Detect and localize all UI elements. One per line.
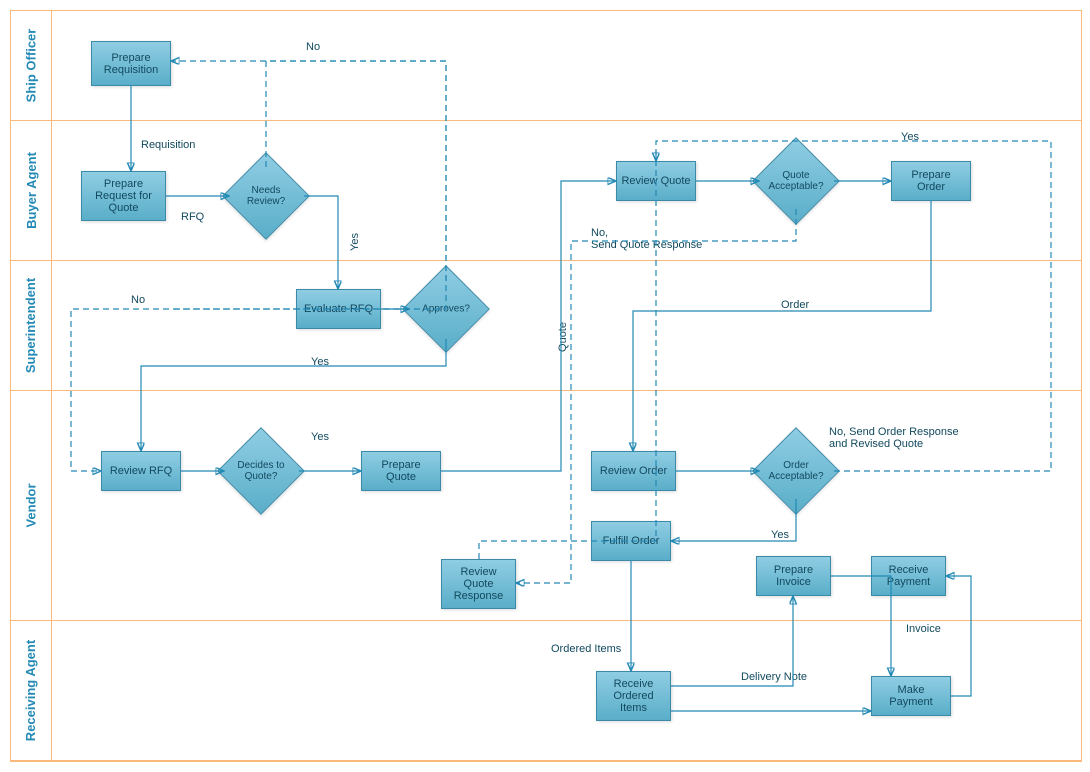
swimlane-diagram: Ship Officer Buyer Agent Superintendent …	[10, 10, 1082, 762]
box-receive-ordered-items: Receive Ordered Items	[596, 671, 671, 721]
decision-order-acceptable: Order Acceptable?	[756, 441, 836, 501]
decision-approves: Approves?	[406, 279, 486, 339]
decision-decides-to-quote: Decides to Quote?	[221, 441, 301, 501]
label-no1: No	[306, 41, 320, 53]
lane-label-buyer-agent: Buyer Agent	[11, 121, 52, 260]
decision-quote-acceptable: Quote Acceptable?	[756, 151, 836, 211]
label-no2: No	[131, 294, 145, 306]
label-quote: Quote	[557, 322, 569, 352]
box-evaluate-rfq: Evaluate RFQ	[296, 289, 381, 329]
decision-needs-review: Needs Review?	[226, 166, 306, 226]
box-prepare-invoice: Prepare Invoice	[756, 556, 831, 596]
label-yes5: Yes	[771, 529, 789, 541]
label-ordered-items: Ordered Items	[551, 643, 621, 655]
label-no-send-quote: No, Send Quote Response	[591, 227, 702, 251]
box-prepare-rfq: Prepare Request for Quote	[81, 171, 166, 221]
label-yes3: Yes	[311, 431, 329, 443]
box-prepare-requisition: Prepare Requisition	[91, 41, 171, 86]
label-order: Order	[781, 299, 809, 311]
box-fulfill-order: Fulfill Order	[591, 521, 671, 561]
lane-superintendent: Superintendent	[11, 261, 1081, 391]
lane-ship-officer: Ship Officer	[11, 11, 1081, 121]
label-yes2: Yes	[311, 356, 329, 368]
lane-label-receiving-agent: Receiving Agent	[11, 621, 52, 760]
lane-label-ship-officer: Ship Officer	[11, 11, 52, 120]
label-delivery-note: Delivery Note	[741, 671, 807, 683]
lane-label-vendor: Vendor	[11, 391, 52, 620]
box-review-quote-response: Review Quote Response	[441, 559, 516, 609]
label-no-send-order: No, Send Order Response and Revised Quot…	[829, 426, 979, 450]
box-prepare-quote: Prepare Quote	[361, 451, 441, 491]
label-requisition: Requisition	[141, 139, 195, 151]
lane-label-superintendent: Superintendent	[11, 261, 52, 390]
label-invoice: Invoice	[906, 623, 941, 635]
box-review-order: Review Order	[591, 451, 676, 491]
box-review-quote: Review Quote	[616, 161, 696, 201]
box-review-rfq: Review RFQ	[101, 451, 181, 491]
label-rfq: RFQ	[181, 211, 204, 223]
box-make-payment: Make Payment	[871, 676, 951, 716]
box-receive-payment: Receive Payment	[871, 556, 946, 596]
label-yes1: Yes	[349, 233, 361, 251]
label-yes4: Yes	[901, 131, 919, 143]
box-prepare-order: Prepare Order	[891, 161, 971, 201]
